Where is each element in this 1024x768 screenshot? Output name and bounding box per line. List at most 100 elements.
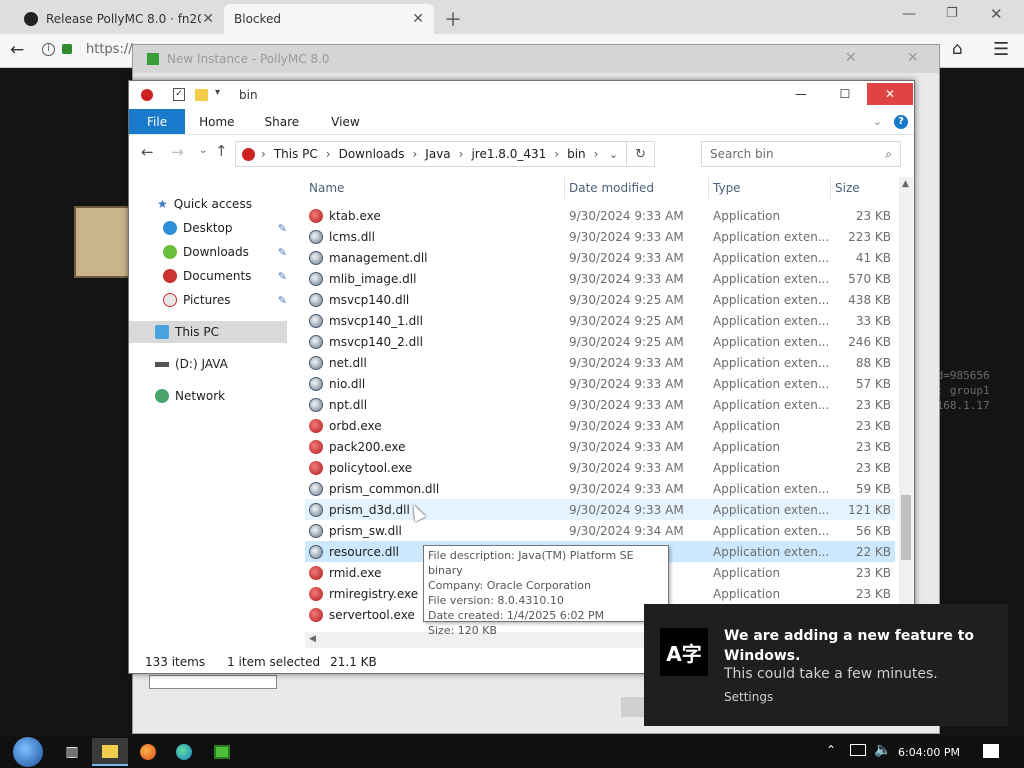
file-row[interactable]: orbd.exe 9/30/2024 9:33 AM Application 23 K… <box>305 415 895 436</box>
clock[interactable]: 6:04:00 PM <box>898 736 968 768</box>
pin-icon[interactable]: ✎ <box>278 222 287 235</box>
minimize-button[interactable]: — <box>779 83 823 105</box>
file-row[interactable]: prism_d3d.dll 9/30/2024 9:33 AM Applicatio… <box>305 499 895 520</box>
file-row[interactable]: msvcp140_1.dll 9/30/2024 9:25 AM Applicati… <box>305 310 895 331</box>
nav-item-quick-access[interactable]: ★ Quick access <box>129 193 287 215</box>
dialog-field[interactable] <box>149 675 277 689</box>
browser-tab-blocked[interactable]: Blocked ✕ <box>224 4 434 34</box>
file-name: net.dll <box>329 355 367 370</box>
tab-file[interactable]: File <box>129 109 186 134</box>
nav-item-drive-d[interactable]: (D:) JAVA <box>129 353 287 375</box>
network-tray-icon[interactable] <box>850 744 866 756</box>
url-field[interactable]: https:// <box>86 42 133 57</box>
dll-file-icon <box>309 250 323 265</box>
taskbar-pollymc[interactable] <box>204 738 240 766</box>
nav-item-downloads[interactable]: Downloads ✎ <box>129 241 287 263</box>
up-icon[interactable]: ↑ <box>215 142 228 160</box>
action-center-icon[interactable] <box>983 744 999 758</box>
scroll-left-icon[interactable]: ◀ <box>309 634 316 644</box>
close-icon[interactable]: ✕ <box>845 50 857 66</box>
folder-icon[interactable] <box>195 89 208 101</box>
taskbar-explorer[interactable] <box>92 738 128 766</box>
file-name-cell: prism_common.dll <box>305 481 565 496</box>
file-type: Application exten... <box>713 292 830 307</box>
tab-home[interactable]: Home <box>185 109 248 134</box>
file-row[interactable]: nio.dll 9/30/2024 9:33 AM Application exte… <box>305 373 895 394</box>
nav-item-documents[interactable]: Documents ✎ <box>129 265 287 287</box>
home-icon[interactable]: ⌂ <box>952 39 963 59</box>
chevron-up-icon[interactable]: ⌃ <box>826 743 836 757</box>
nav-item-pictures[interactable]: Pictures ✎ <box>129 289 287 311</box>
breadcrumb-jre[interactable]: jre1.8.0_431 <box>471 147 546 161</box>
close-icon[interactable]: ✕ <box>202 11 214 27</box>
file-type: Application <box>713 418 781 433</box>
back-icon[interactable]: ← <box>10 40 24 60</box>
forward-icon[interactable]: → <box>171 143 184 161</box>
nav-item-network[interactable]: Network <box>129 385 287 407</box>
toast-settings-link[interactable]: Settings <box>724 690 773 704</box>
info-icon[interactable]: i <box>42 43 55 56</box>
file-date: 9/30/2024 9:33 AM <box>569 502 684 517</box>
file-row[interactable]: lcms.dll 9/30/2024 9:33 AM Application ext… <box>305 226 895 247</box>
file-name-cell: prism_sw.dll <box>305 523 565 538</box>
tab-share[interactable]: Share <box>249 109 316 134</box>
maximize-button[interactable]: ☐ <box>823 83 867 105</box>
file-name: msvcp140_1.dll <box>329 313 423 328</box>
file-row[interactable]: msvcp140_2.dll 9/30/2024 9:25 AM Applicati… <box>305 331 895 352</box>
start-button[interactable] <box>8 736 48 768</box>
volume-icon[interactable]: 🔈 <box>874 742 891 758</box>
refresh-icon[interactable]: ↻ <box>626 142 654 166</box>
file-row[interactable]: mlib_image.dll 9/30/2024 9:33 AM Applicati… <box>305 268 895 289</box>
chevron-down-icon[interactable]: ⌄ <box>199 145 207 156</box>
dialog-title-text: New Instance - PollyMC 8.0 <box>167 52 330 66</box>
nav-item-desktop[interactable]: Desktop ✎ <box>129 217 287 239</box>
file-row[interactable]: prism_sw.dll 9/30/2024 9:34 AM Application… <box>305 520 895 541</box>
vertical-scrollbar[interactable]: ▲ <box>899 177 913 637</box>
close-button[interactable]: ✕ <box>867 83 913 105</box>
chevron-down-icon[interactable]: ▾ <box>215 87 220 98</box>
minimize-icon[interactable]: — <box>902 6 916 22</box>
menu-icon[interactable]: ☰ <box>993 39 1009 60</box>
file-row[interactable]: policytool.exe 9/30/2024 9:33 AM Applicati… <box>305 457 895 478</box>
breadcrumb-downloads[interactable]: Downloads <box>339 147 405 161</box>
pin-icon[interactable]: ✎ <box>278 270 287 283</box>
back-icon[interactable]: ← <box>141 143 154 161</box>
breadcrumb-java[interactable]: Java <box>425 147 450 161</box>
chevron-down-icon[interactable]: ⌄ <box>873 115 882 128</box>
file-tooltip: File description: Java(TM) Platform SE b… <box>423 545 669 637</box>
file-row[interactable]: ktab.exe 9/30/2024 9:33 AM Application 23 K… <box>305 205 895 226</box>
breadcrumb-this-pc[interactable]: This PC <box>274 147 318 161</box>
close-icon[interactable]: ✕ <box>412 11 424 27</box>
file-row[interactable]: pack200.exe 9/30/2024 9:33 AM Application 2… <box>305 436 895 457</box>
toast-notification[interactable]: A字 We are adding a new feature to Window… <box>644 604 1008 726</box>
help-icon[interactable]: ? <box>894 114 908 129</box>
taskbar-firefox[interactable] <box>130 738 166 766</box>
close-window-icon[interactable]: ✕ <box>990 5 1003 23</box>
file-row[interactable]: msvcp140.dll 9/30/2024 9:25 AM Application… <box>305 289 895 310</box>
properties-icon[interactable]: ✓ <box>173 88 185 101</box>
search-input[interactable]: Search bin ⌕ <box>701 141 901 167</box>
address-bar[interactable]: › This PC › Downloads › Java › jre1.8.0_… <box>235 141 655 167</box>
file-row[interactable]: management.dll 9/30/2024 9:33 AM Applicati… <box>305 247 895 268</box>
scrollbar-thumb[interactable] <box>901 495 911 560</box>
browser-tab-release[interactable]: Release PollyMC 8.0 · fn200 ✕ <box>14 4 224 34</box>
taskbar-edge[interactable] <box>166 738 202 766</box>
tab-view[interactable]: View <box>315 109 375 134</box>
restore-icon[interactable]: ❐ <box>946 6 958 21</box>
close-icon[interactable]: ✕ <box>907 50 919 66</box>
browser-tab-bar: Release PollyMC 8.0 · fn200 ✕ Blocked ✕ … <box>0 0 1024 34</box>
chevron-down-icon[interactable]: ⌄ <box>601 148 626 161</box>
file-row[interactable]: npt.dll 9/30/2024 9:33 AM Application exte… <box>305 394 895 415</box>
file-row[interactable]: net.dll 9/30/2024 9:33 AM Application exte… <box>305 352 895 373</box>
breadcrumb-bin[interactable]: bin <box>567 147 586 161</box>
new-tab-icon[interactable]: ＋ <box>444 6 462 32</box>
file-row[interactable]: prism_common.dll 9/30/2024 9:33 AM Applica… <box>305 478 895 499</box>
edge-icon <box>176 744 192 760</box>
nav-item-this-pc[interactable]: This PC <box>129 321 287 343</box>
pin-icon[interactable]: ✎ <box>278 246 287 259</box>
scroll-up-icon[interactable]: ▲ <box>902 179 909 189</box>
file-size: 23 KB <box>855 586 891 601</box>
pin-icon[interactable]: ✎ <box>278 294 287 307</box>
task-view-icon[interactable]: ▥ <box>54 738 90 766</box>
file-date: 9/30/2024 9:25 AM <box>569 313 684 328</box>
